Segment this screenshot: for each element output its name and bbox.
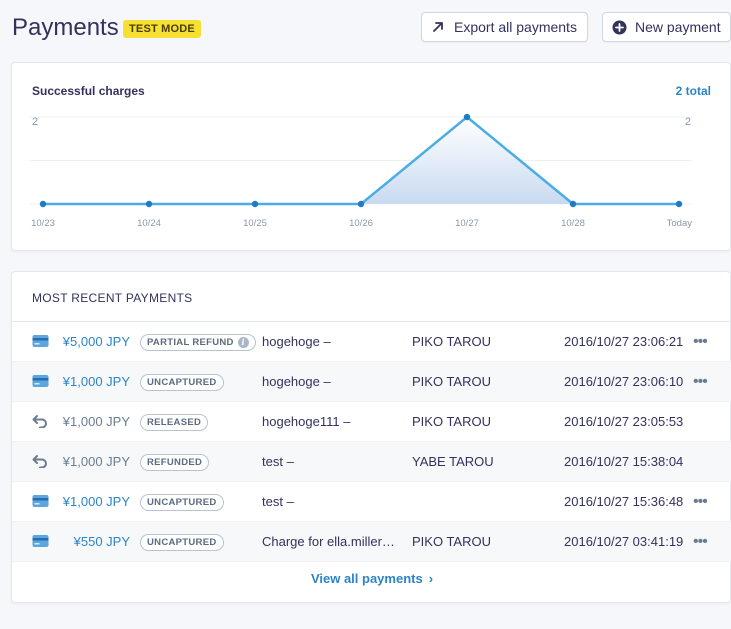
x-tick-label: 10/28 [561, 218, 585, 229]
payment-row[interactable]: ¥1,000 JPY REFUNDED test – YABE TAROU 2016/1… [12, 442, 731, 482]
x-tick-label: 10/24 [137, 218, 161, 229]
payments-list: ¥5,000 JPY PARTIAL REFUND i hogehoge – PIKO … [12, 321, 731, 562]
more-actions-icon[interactable]: ••• [693, 322, 708, 362]
payment-date: 2016/10/27 15:36:48 [564, 494, 684, 509]
payment-description: hogehoge – [262, 334, 331, 349]
status-label: PARTIAL REFUND [147, 337, 234, 348]
status-label: UNCAPTURED [147, 497, 217, 508]
payment-row[interactable]: ¥1,000 JPY UNCAPTURED test – 2016/10/27 15:… [12, 482, 731, 522]
test-mode-badge: TEST MODE [123, 20, 201, 38]
payment-description: test – [262, 494, 294, 509]
plus-circle-icon [611, 19, 627, 35]
payment-amount[interactable]: ¥5,000 JPY [52, 322, 130, 362]
y-axis-label-right: 2 [685, 116, 691, 128]
status-label: UNCAPTURED [147, 537, 217, 548]
status-badge: UNCAPTURED [140, 534, 224, 551]
x-tick-label: 10/27 [455, 218, 479, 229]
chart-point [145, 200, 153, 208]
credit-card-icon [32, 334, 50, 350]
payment-amount[interactable]: ¥1,000 JPY [52, 482, 130, 522]
status-label: RELEASED [147, 417, 202, 428]
status-badge: RELEASED [140, 414, 209, 431]
view-all-payments-link[interactable]: View all payments › [12, 571, 731, 586]
recent-payments-card: MOST RECENT PAYMENTS ¥5,000 JPY PARTIAL R… [11, 271, 731, 603]
payment-description: hogehoge111 – [262, 414, 351, 429]
payment-date: 2016/10/27 03:41:19 [564, 534, 684, 549]
payment-customer: PIKO TAROU [412, 414, 491, 429]
more-actions-icon[interactable]: ••• [693, 482, 708, 522]
status-label: REFUNDED [147, 457, 203, 468]
payment-description: test – [262, 454, 294, 469]
chart-point [463, 113, 471, 121]
more-actions-icon[interactable]: ••• [693, 522, 708, 562]
credit-card-icon [32, 494, 50, 510]
status-label: UNCAPTURED [147, 377, 217, 388]
chart-point [39, 200, 47, 208]
status-badge: PARTIAL REFUND i [140, 334, 256, 351]
credit-card-icon [32, 374, 50, 390]
chevron-right-icon: › [428, 571, 434, 586]
payment-date: 2016/10/27 23:05:53 [564, 414, 684, 429]
chart-point [569, 200, 577, 208]
arrow-up-right-icon [430, 19, 446, 35]
refund-arrow-icon [32, 454, 50, 470]
payment-date: 2016/10/27 15:38:04 [564, 454, 684, 469]
payment-description: Charge for ella.miller… [262, 534, 395, 549]
page-title: Payments [12, 14, 119, 41]
successful-charges-chart: 2 2 10/23 10/24 10/25 10/26 10/27 10/28 Today [30, 113, 693, 229]
payment-date: 2016/10/27 23:06:10 [564, 374, 684, 389]
page-header: Payments TEST MODE Export all payments N… [12, 12, 731, 44]
x-tick-label: 10/26 [349, 218, 373, 229]
payment-description: hogehoge – [262, 374, 331, 389]
y-axis-label-left: 2 [32, 116, 38, 128]
chart-point [251, 200, 259, 208]
payment-row[interactable]: ¥1,000 JPY UNCAPTURED hogehoge – PIKO TAROU… [12, 362, 731, 402]
chart-point [357, 200, 365, 208]
x-tick-label: Today [667, 218, 693, 229]
view-all-payments-label: View all payments [310, 571, 423, 586]
status-badge: UNCAPTURED [140, 374, 224, 391]
payment-amount[interactable]: ¥550 JPY [52, 522, 130, 562]
x-tick-label: 10/23 [31, 218, 55, 229]
payment-row[interactable]: ¥5,000 JPY PARTIAL REFUND i hogehoge – PIKO … [12, 322, 731, 362]
status-badge: UNCAPTURED [140, 494, 224, 511]
status-badge: REFUNDED [140, 454, 210, 471]
credit-card-icon [32, 534, 50, 550]
payment-date: 2016/10/27 23:06:21 [564, 334, 684, 349]
export-all-payments-label: Export all payments [454, 19, 577, 35]
payment-amount[interactable]: ¥1,000 JPY [52, 442, 130, 482]
x-tick-label: 10/25 [243, 218, 267, 229]
more-actions-icon[interactable]: ••• [693, 362, 708, 402]
recent-payments-heading: MOST RECENT PAYMENTS [32, 291, 193, 305]
export-all-payments-button[interactable]: Export all payments [421, 12, 588, 42]
info-icon[interactable]: i [237, 337, 249, 348]
payment-row[interactable]: ¥1,000 JPY RELEASED hogehoge111 – PIKO TARO… [12, 402, 731, 442]
payment-customer: PIKO TAROU [412, 534, 491, 549]
successful-charges-card: Successful charges 2 total 2 2 10/23 10/24 1… [11, 62, 731, 251]
chart-point [675, 200, 683, 208]
new-payment-label: New payment [635, 19, 721, 35]
payment-customer: PIKO TAROU [412, 374, 491, 389]
payment-amount[interactable]: ¥1,000 JPY [52, 362, 130, 402]
refund-arrow-icon [32, 414, 50, 430]
payment-row[interactable]: ¥550 JPY UNCAPTURED Charge for ella.miller… [12, 522, 731, 562]
payment-customer: YABE TAROU [412, 454, 494, 469]
new-payment-button[interactable]: New payment [602, 12, 731, 42]
payment-amount[interactable]: ¥1,000 JPY [52, 402, 130, 442]
payment-customer: PIKO TAROU [412, 334, 491, 349]
